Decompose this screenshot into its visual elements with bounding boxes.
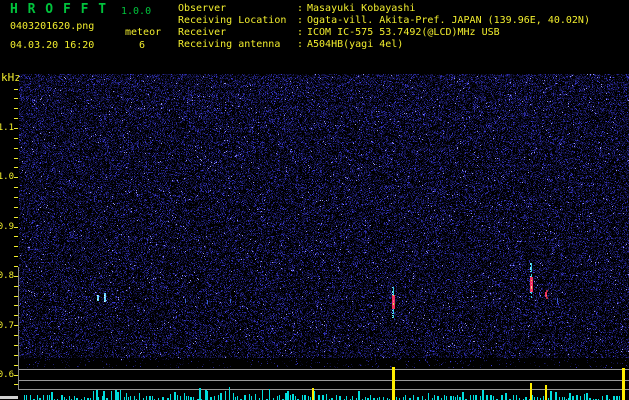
app-version: 1.0.0 <box>121 6 152 17</box>
info-label: Receiver <box>178 27 227 38</box>
spectrogram-canvas <box>19 74 629 368</box>
freq-tick-label: 0.8 <box>0 271 14 281</box>
info-label: Receiving Location <box>178 15 287 26</box>
station-info-row: Receiving Location: Ogata-vill. Akita-Pre… <box>178 15 629 27</box>
baseline-marker <box>0 396 18 399</box>
freq-tick-label: 1.0 <box>0 172 14 182</box>
freq-tick-label: 1.1 <box>0 123 14 133</box>
freq-axis-unit-label: kHz <box>1 71 21 84</box>
info-value: ICOM IC-575 53.7492(@LCD)MHz USB <box>307 27 500 38</box>
freq-tick <box>14 187 18 188</box>
freq-tick <box>14 227 18 228</box>
freq-tick <box>14 158 18 159</box>
freq-tick-label: 0.7 <box>0 321 14 331</box>
freq-tick-label: 0.6 <box>0 370 14 380</box>
info-separator: : <box>297 27 304 38</box>
signal-level-graph-canvas <box>19 360 629 400</box>
freq-tick-label: 0.9 <box>0 222 14 232</box>
info-separator: : <box>297 39 304 50</box>
station-info-row: Observer: Masayuki Kobayashi <box>178 3 629 15</box>
info-label: Receiving antenna <box>178 39 281 50</box>
app-title: H R O F F T <box>10 2 108 17</box>
freq-tick <box>14 197 18 198</box>
observation-mode-label: meteor <box>125 27 162 38</box>
station-info-row: Receiver: ICOM IC-575 53.7492(@LCD)MHz US… <box>178 27 629 39</box>
meteor-count: 6 <box>139 40 146 51</box>
freq-tick <box>14 167 18 168</box>
freq-tick <box>14 236 18 237</box>
info-value: Ogata-vill. Akita-Pref. JAPAN (139.96E, … <box>307 15 590 26</box>
freq-tick <box>14 118 18 119</box>
info-value: Masayuki Kobayashi <box>307 3 416 14</box>
freq-tick <box>14 108 18 109</box>
freq-tick <box>14 207 18 208</box>
info-separator: : <box>297 15 304 26</box>
freq-tick <box>14 98 18 99</box>
freq-tick <box>14 148 18 149</box>
station-info-row: Receiving antenna: A504HB(yagi 4el) <box>178 39 629 51</box>
hrofft-output-window: H R O F F T 1.0.0 0403201620.png meteor … <box>0 0 629 400</box>
freq-tick <box>14 256 18 257</box>
observation-datetime: 04.03.20 16:20 <box>10 40 95 51</box>
freq-tick <box>14 246 18 247</box>
info-label: Observer <box>178 3 227 14</box>
info-value: A504HB(yagi 4el) <box>307 39 404 50</box>
freq-tick <box>14 217 18 218</box>
freq-tick <box>14 177 18 178</box>
freq-tick <box>14 128 18 129</box>
info-separator: : <box>297 3 304 14</box>
freq-tick <box>14 89 18 90</box>
output-filename: 0403201620.png <box>10 21 95 32</box>
freq-tick <box>14 138 18 139</box>
